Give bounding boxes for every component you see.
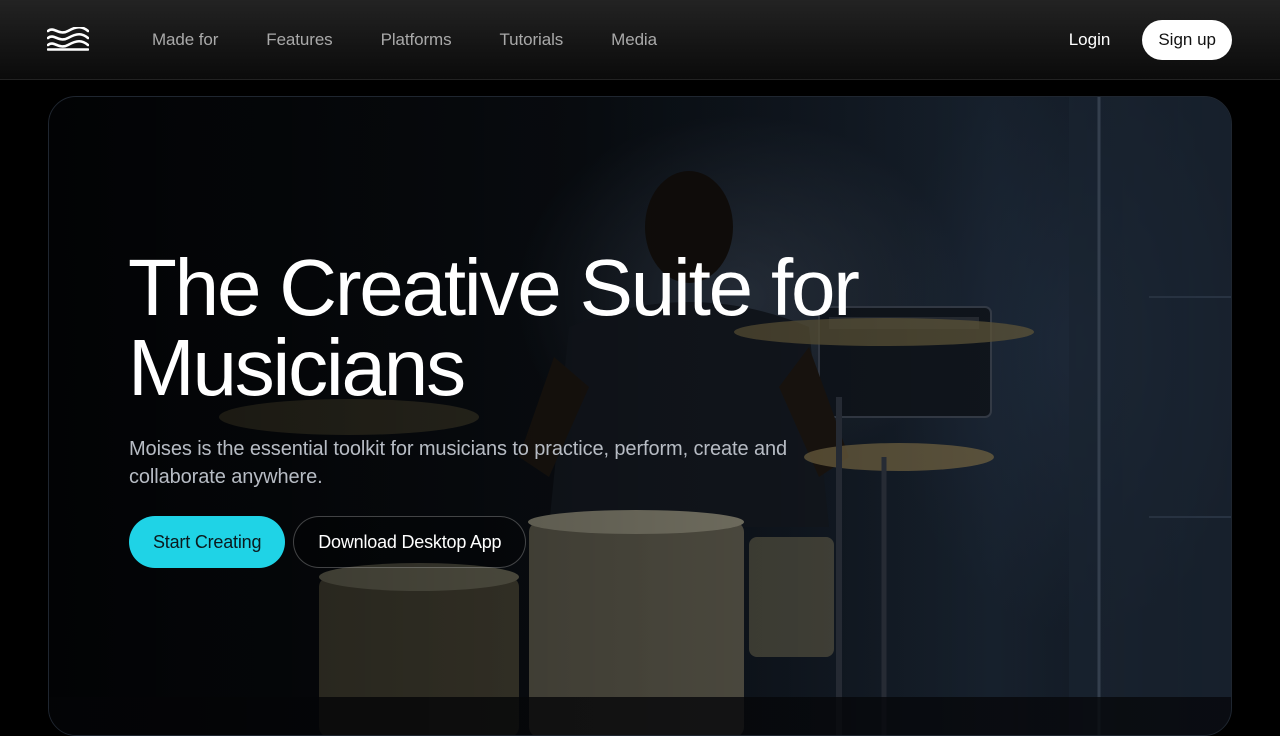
signup-button[interactable]: Sign up [1142,20,1232,60]
top-navbar: Made for Features Platforms Tutorials Me… [0,0,1280,80]
nav-link-made-for[interactable]: Made for [152,30,218,50]
hero-subtitle-line-2: collaborate anywhere. [129,466,323,488]
hero-overlay [49,97,1231,735]
nav-link-platforms[interactable]: Platforms [381,30,452,50]
hero-subtitle: Moises is the essential toolkit for musi… [129,435,849,491]
auth-actions: Login Sign up [1069,20,1232,60]
login-link[interactable]: Login [1069,30,1111,50]
download-desktop-app-button[interactable]: Download Desktop App [293,516,527,568]
nav-link-features[interactable]: Features [266,30,332,50]
hero-title-line-2: Musicians [128,323,466,412]
hero-subtitle-line-1: Moises is the essential toolkit for musi… [129,438,788,460]
nav-link-media[interactable]: Media [611,30,657,50]
hero-cta-row: Start Creating Download Desktop App [129,516,527,568]
start-creating-button[interactable]: Start Creating [129,516,286,568]
hero-title-line-1: The Creative Suite for [128,243,860,332]
moises-logo-icon[interactable] [47,27,89,51]
nav-link-tutorials[interactable]: Tutorials [500,30,564,50]
hero-title: The Creative Suite for Musicians [128,248,928,408]
hero-section [48,96,1232,736]
main-nav: Made for Features Platforms Tutorials Me… [152,0,705,80]
